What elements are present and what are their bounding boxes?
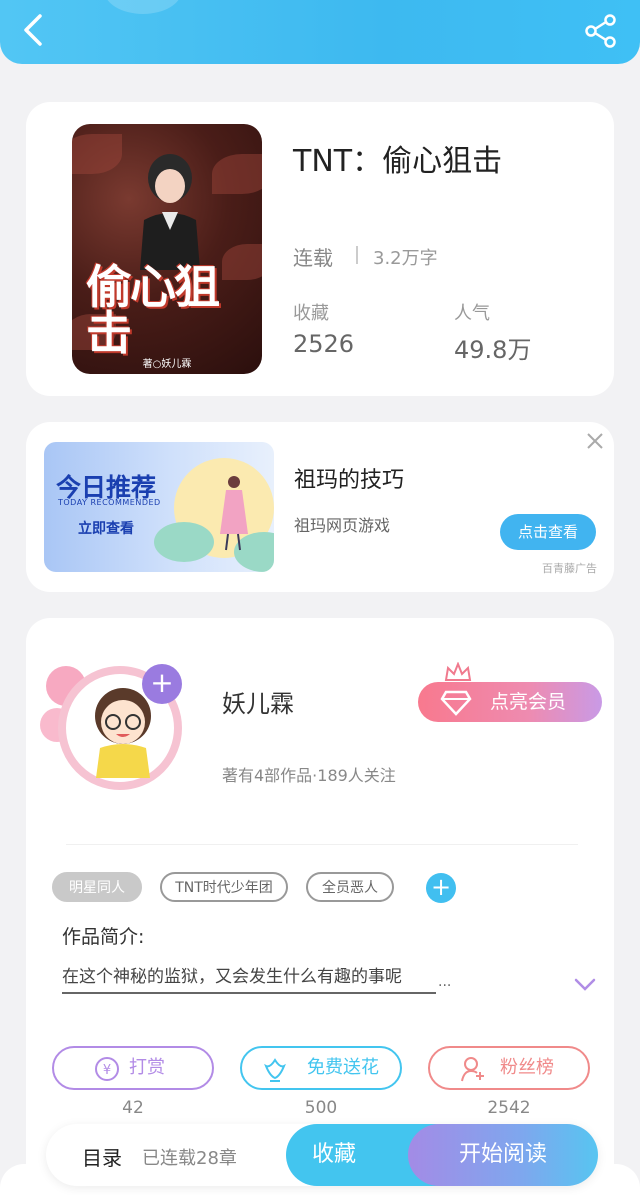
favorite-label: 收藏 — [312, 1142, 357, 1167]
diamond-icon — [440, 690, 472, 716]
fan-ranking-count: 2542 — [487, 1098, 531, 1118]
add-tag-button[interactable]: + — [426, 873, 456, 903]
tag-item[interactable]: 明星同人 — [52, 872, 142, 902]
ad-subtitle: 祖玛网页游戏 — [294, 516, 391, 535]
start-reading-button[interactable]: 开始阅读 — [408, 1124, 598, 1186]
plus-icon: + — [430, 873, 452, 901]
tip-button[interactable]: 打赏 — [52, 1046, 214, 1090]
send-flower-count: 500 — [304, 1098, 338, 1118]
intro-label: 作品简介: — [62, 926, 145, 948]
fan-ranking-label: 粉丝榜 — [500, 1057, 554, 1078]
cover-author: 著○妖儿霖 — [142, 359, 192, 370]
chapter-status: 已连载28章 — [142, 1148, 237, 1169]
favorites-label: 收藏 — [293, 303, 329, 324]
ad-view-button[interactable]: 点击查看 — [500, 514, 596, 550]
tag-item[interactable]: 全员恶人 — [306, 872, 394, 902]
tip-label: 打赏 — [129, 1057, 165, 1078]
intro-ellipsis: ··· — [438, 978, 452, 994]
header-decoration — [104, 0, 182, 14]
book-info-card: 偷心狙击 著○妖儿霖 TNT：偷心狙击 连载 3.2万字 收藏 2526 人气 … — [26, 102, 614, 396]
vip-label: 点亮会员 — [490, 691, 567, 713]
close-icon[interactable] — [586, 432, 604, 450]
popularity-count: 49.8万 — [454, 336, 532, 364]
top-bar — [0, 0, 640, 64]
start-reading-label: 开始阅读 — [458, 1142, 547, 1167]
cover-character-illustration — [140, 154, 200, 270]
book-title: TNT：偷心狙击 — [293, 144, 503, 179]
author-card: + 妖儿霖 著有4部作品·189人关注 点亮会员 明星同人 TNT时代少年团 全… — [26, 618, 614, 1195]
yen-icon: ¥ — [95, 1057, 119, 1081]
chevron-left-icon — [24, 14, 42, 46]
book-cover[interactable]: 偷心狙击 著○妖儿霖 — [72, 124, 262, 374]
back-button[interactable] — [18, 12, 54, 48]
cover-leaf — [212, 154, 262, 194]
share-button[interactable] — [584, 14, 618, 48]
divider — [356, 246, 358, 264]
intro-text: 在这个神秘的监狱，又会发生什么有趣的事呢 — [62, 967, 402, 987]
intro-underline — [62, 992, 436, 994]
ad-banner-subtitle: TODAY RECOMMENDED — [58, 498, 161, 507]
favorites-count: 2526 — [293, 330, 355, 358]
flower-icon — [264, 1058, 286, 1082]
banner-bush — [154, 522, 214, 562]
popularity-label: 人气 — [454, 303, 490, 324]
ad-card[interactable]: 今日推荐 TODAY RECOMMENDED 立即查看 祖玛的技巧 祖玛网页游戏… — [26, 422, 614, 592]
cover-title: 偷心狙击 — [86, 260, 220, 360]
share-icon — [585, 14, 616, 48]
bottom-action-bar: 目录 已连载28章 收藏 开始阅读 — [46, 1124, 598, 1186]
crown-icon — [444, 662, 472, 681]
divider — [66, 844, 578, 845]
tip-count: 42 — [122, 1098, 144, 1118]
toc-button[interactable]: 目录 — [82, 1142, 122, 1171]
fan-ranking-button[interactable]: 粉丝榜 — [428, 1046, 590, 1090]
author-avatar[interactable]: + — [40, 648, 200, 808]
send-flower-label: 免费送花 — [307, 1057, 379, 1078]
ad-source-label: 百青藤广告 — [542, 562, 597, 575]
ad-title: 祖玛的技巧 — [294, 468, 405, 493]
author-name[interactable]: 妖儿霖 — [222, 684, 294, 719]
follow-button[interactable]: + — [142, 664, 182, 704]
ad-banner-image[interactable]: 今日推荐 TODAY RECOMMENDED 立即查看 — [44, 442, 274, 572]
svg-text:¥: ¥ — [103, 1063, 111, 1078]
tag-item[interactable]: TNT时代少年团 — [160, 872, 288, 902]
chevron-down-icon[interactable] — [574, 978, 596, 992]
author-meta: 著有4部作品·189人关注 — [222, 766, 396, 785]
serial-status: 连载 — [293, 246, 333, 270]
banner-girl-illustration — [220, 476, 248, 551]
ad-banner-cta: 立即查看 — [78, 521, 134, 537]
word-count: 3.2万字 — [373, 248, 438, 269]
cover-leaf — [72, 134, 122, 174]
plus-icon: + — [150, 666, 174, 699]
fan-ranking-icon — [461, 1057, 484, 1082]
